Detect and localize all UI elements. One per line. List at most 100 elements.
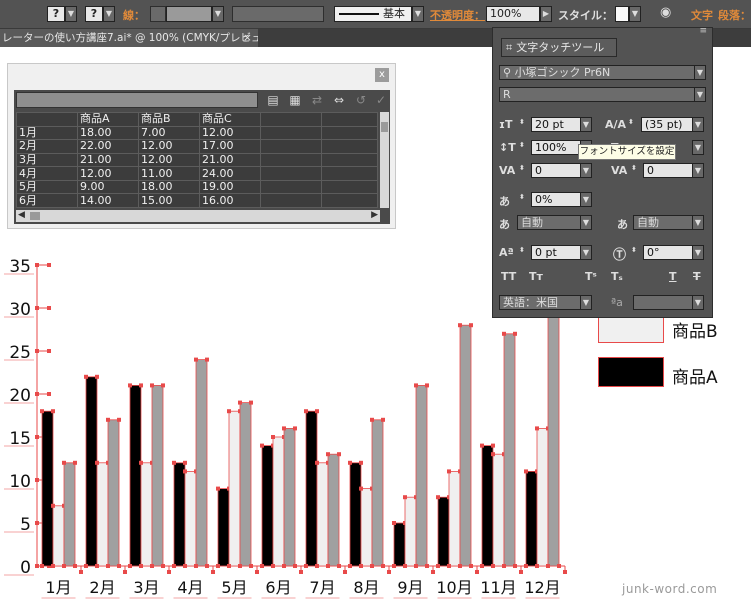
table-cell[interactable]: 7.00: [138, 125, 200, 141]
cell-style-icon[interactable]: ⇔: [332, 93, 346, 107]
baseline-dropdown-icon[interactable]: ▼: [580, 245, 592, 260]
touch-type-button[interactable]: ⌗ 文字タッチツール: [501, 38, 617, 57]
tracking-dropdown-icon[interactable]: ▼: [692, 163, 704, 178]
table-cell[interactable]: [260, 193, 322, 208]
aki-left-field[interactable]: 自動: [517, 215, 581, 230]
table-cell[interactable]: 19.00: [199, 179, 261, 195]
language-field[interactable]: 英語：米国: [499, 295, 583, 310]
header-cell[interactable]: [260, 112, 322, 127]
table-cell[interactable]: 21.00: [77, 152, 139, 168]
table-cell[interactable]: 5月: [16, 179, 78, 195]
table-cell[interactable]: 22.00: [77, 139, 139, 154]
tsume-stepper-icon[interactable]: ⬍: [519, 193, 525, 201]
font-size-input[interactable]: 20 pt: [531, 117, 581, 132]
baseline-stepper-icon[interactable]: ⬍: [519, 246, 525, 254]
table-cell[interactable]: [321, 152, 378, 168]
rotation-stepper-icon[interactable]: ⬍: [631, 246, 637, 254]
header-cell[interactable]: 商品B: [138, 112, 200, 127]
table-cell[interactable]: [260, 166, 322, 181]
table-cell[interactable]: 15.00: [138, 193, 200, 208]
table-cell[interactable]: 12.00: [199, 125, 261, 141]
vertical-scroll-thumb[interactable]: [381, 122, 388, 132]
table-cell[interactable]: 3月: [16, 152, 78, 168]
table-cell[interactable]: 16.00: [199, 193, 261, 208]
superscript-icon[interactable]: Tˢ: [585, 270, 597, 283]
aki-left-dropdown-icon[interactable]: ▼: [580, 215, 592, 230]
antialias-field[interactable]: [633, 295, 693, 310]
table-cell[interactable]: 12.00: [138, 152, 200, 168]
table-cell[interactable]: 1月: [16, 125, 78, 141]
tracking-input[interactable]: 0: [643, 163, 693, 178]
horizontal-scale-dropdown-icon[interactable]: ▼: [692, 140, 704, 155]
table-cell[interactable]: 4月: [16, 166, 78, 181]
horizontal-scrollbar[interactable]: ◀ ▶: [16, 210, 380, 222]
table-cell[interactable]: [321, 179, 378, 195]
kerning-input[interactable]: 0: [531, 163, 581, 178]
tsume-dropdown-icon[interactable]: ▼: [580, 192, 592, 207]
language-dropdown-icon[interactable]: ▼: [580, 295, 592, 310]
apply-icon[interactable]: ✓: [374, 93, 388, 107]
transpose-icon[interactable]: ▦: [288, 93, 302, 107]
table-cell[interactable]: 24.00: [199, 166, 261, 181]
rotation-dropdown-icon[interactable]: ▼: [692, 245, 704, 260]
font-size-stepper-icon[interactable]: ⬍: [519, 118, 525, 126]
table-cell[interactable]: 12.00: [77, 166, 139, 181]
small-caps-icon[interactable]: Tᴛ: [529, 270, 543, 283]
font-style-field[interactable]: R: [499, 87, 695, 102]
font-style-dropdown-icon[interactable]: ▼: [694, 87, 706, 102]
scroll-right-icon[interactable]: ▶: [371, 210, 378, 220]
leading-dropdown-icon[interactable]: ▼: [692, 117, 704, 132]
table-cell[interactable]: 17.00: [199, 139, 261, 154]
horizontal-scroll-thumb[interactable]: [30, 212, 40, 220]
table-cell[interactable]: [321, 139, 378, 154]
kerning-dropdown-icon[interactable]: ▼: [580, 163, 592, 178]
font-family-dropdown-icon[interactable]: ▼: [694, 65, 706, 80]
underline-icon[interactable]: T: [669, 270, 677, 283]
strikethrough-icon[interactable]: T: [693, 270, 701, 283]
table-cell[interactable]: 11.00: [138, 166, 200, 181]
table-cell[interactable]: [321, 166, 378, 181]
table-cell[interactable]: [321, 193, 378, 208]
aki-right-dropdown-icon[interactable]: ▼: [692, 215, 704, 230]
header-cell[interactable]: [16, 112, 78, 127]
import-data-icon[interactable]: ▤: [266, 93, 280, 107]
table-cell[interactable]: [321, 125, 378, 141]
switch-xy-icon[interactable]: ⇄: [310, 93, 324, 107]
revert-icon[interactable]: ↺: [354, 93, 368, 107]
cell-value-input[interactable]: [16, 92, 258, 108]
table-cell[interactable]: 21.00: [199, 152, 261, 168]
baseline-shift-input[interactable]: 0 pt: [531, 245, 581, 260]
table-cell[interactable]: 9.00: [77, 179, 139, 195]
table-cell[interactable]: [260, 139, 322, 154]
data-window-close-icon[interactable]: x: [375, 68, 389, 82]
table-cell[interactable]: [260, 179, 322, 195]
table-cell[interactable]: [260, 152, 322, 168]
antialias-dropdown-icon[interactable]: ▼: [692, 295, 704, 310]
vertical-scrollbar[interactable]: [380, 112, 389, 208]
table-cell[interactable]: [260, 125, 322, 141]
panel-menu-icon[interactable]: ≡: [699, 26, 707, 36]
table-cell[interactable]: 18.00: [138, 179, 200, 195]
vertical-scale-input[interactable]: 100%: [531, 140, 581, 155]
tracking-stepper-icon[interactable]: ⬍: [631, 164, 637, 172]
aki-right-field[interactable]: 自動: [633, 215, 693, 230]
table-cell[interactable]: 14.00: [77, 193, 139, 208]
leading-input[interactable]: (35 pt): [641, 117, 693, 132]
rotation-input[interactable]: 0°: [643, 245, 693, 260]
scroll-left-icon[interactable]: ◀: [18, 210, 25, 220]
tsume-input[interactable]: 0%: [531, 192, 581, 207]
vertical-scale-stepper-icon[interactable]: ⬍: [519, 141, 525, 149]
header-cell[interactable]: 商品A: [77, 112, 139, 127]
leading-stepper-icon[interactable]: ⬍: [628, 118, 634, 126]
font-size-dropdown-icon[interactable]: ▼: [580, 117, 592, 132]
font-family-field[interactable]: ⚲ 小塚ゴシック Pr6N: [499, 65, 695, 80]
all-caps-icon[interactable]: TT: [501, 270, 516, 283]
table-cell[interactable]: 12.00: [138, 139, 200, 154]
subscript-icon[interactable]: Tₛ: [611, 270, 623, 283]
header-cell[interactable]: [321, 112, 378, 127]
table-cell[interactable]: 18.00: [77, 125, 139, 141]
table-cell[interactable]: 2月: [16, 139, 78, 154]
table-cell[interactable]: 6月: [16, 193, 78, 208]
header-cell[interactable]: 商品C: [199, 112, 261, 127]
kerning-stepper-icon[interactable]: ⬍: [519, 164, 525, 172]
